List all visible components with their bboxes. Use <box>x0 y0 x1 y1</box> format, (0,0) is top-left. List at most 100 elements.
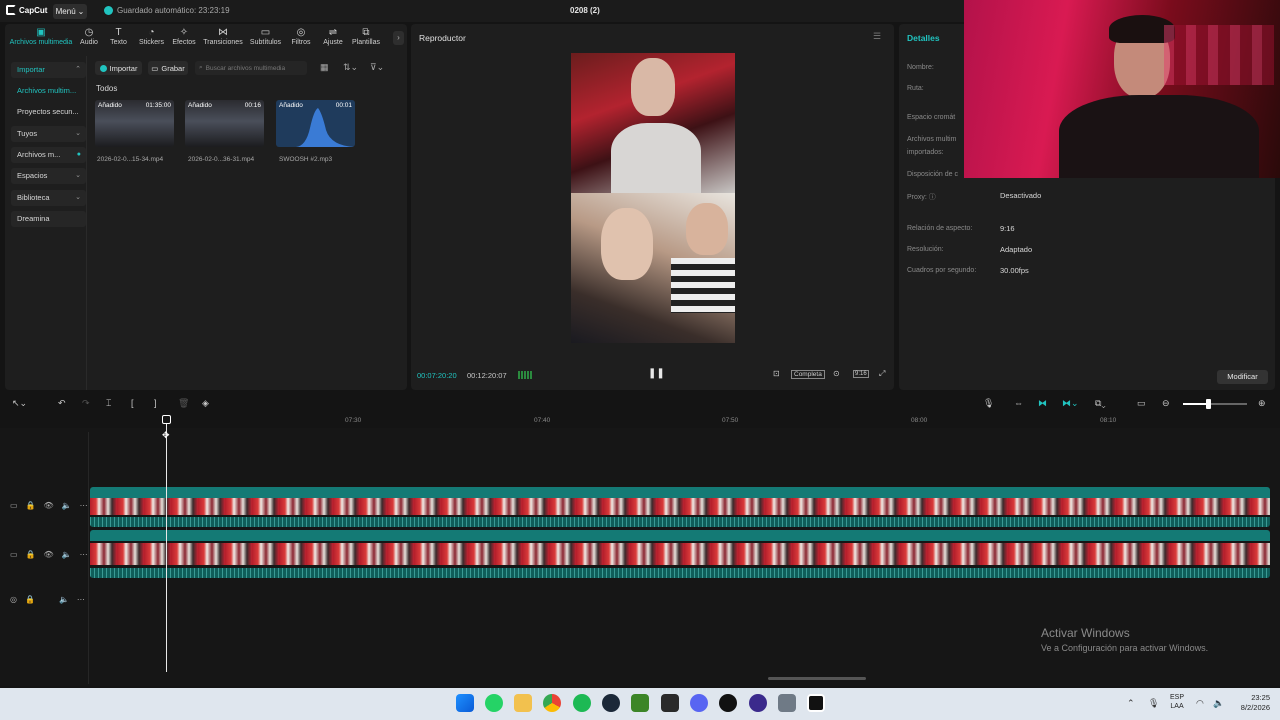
quality-full-button[interactable]: Completa <box>791 370 825 379</box>
cover-icon[interactable]: ▭ <box>10 550 18 559</box>
record-button[interactable]: ▭ Grabar <box>148 61 188 75</box>
grid-view-icon[interactable]: ▦ <box>320 62 329 73</box>
filter-icon[interactable]: ⊽⌄ <box>370 62 384 73</box>
capcut-taskbar-icon[interactable] <box>807 694 825 712</box>
microphone-icon[interactable]: 🎙 <box>983 398 994 409</box>
select-tool-icon[interactable]: ↖⌄ <box>12 398 27 409</box>
lock-icon[interactable]: 🔒 <box>26 550 36 559</box>
sidebar-item-dreamina[interactable]: Dreamina <box>11 211 86 227</box>
spotify-icon[interactable] <box>573 694 591 712</box>
trim-left-icon[interactable]: [ <box>131 398 134 408</box>
split-icon[interactable]: ⌶ <box>106 398 111 409</box>
detail-key-path: Ruta: <box>907 85 924 92</box>
link-icon[interactable]: ⇔ <box>1014 398 1023 408</box>
modify-button[interactable]: Modificar <box>1217 370 1268 384</box>
tab-adjust[interactable]: ⇌ Ajuste <box>317 26 349 52</box>
more-icon[interactable]: ⋯ <box>77 595 85 604</box>
volume-icon[interactable]: 🔈 <box>62 501 72 510</box>
eye-icon[interactable]: 👁 <box>44 501 54 510</box>
screenshot-icon[interactable]: ⊙ <box>833 369 840 378</box>
zoom-in-icon[interactable]: ⊕ <box>1258 398 1266 409</box>
whatsapp-icon[interactable] <box>485 694 503 712</box>
camera-icon: ▭ <box>151 63 159 73</box>
all-filter-label[interactable]: Todos <box>96 84 117 93</box>
discord-icon[interactable] <box>690 694 708 712</box>
cover-icon[interactable]: ▭ <box>10 501 18 510</box>
tab-stickers[interactable]: ◔ Stickers <box>135 26 168 52</box>
trim-right-icon[interactable]: ] <box>154 398 157 408</box>
media-item[interactable]: Añadido 01:35:00 <box>95 100 174 147</box>
preview-axis-icon[interactable]: ⧉⌄ <box>1095 398 1106 409</box>
timeline-scrollbar[interactable] <box>768 677 866 680</box>
epic-games-icon[interactable] <box>661 694 679 712</box>
microphone-icon[interactable]: 🎙 <box>1148 698 1159 709</box>
zoom-slider-handle[interactable] <box>1206 399 1211 409</box>
speaker-icon[interactable]: 🔈 <box>1213 698 1224 709</box>
move-cursor-icon: ✥ <box>162 430 170 440</box>
sidebar-item-spaces[interactable]: Espacios ⌄ <box>11 168 86 184</box>
input-language[interactable]: ESP LAA <box>1170 693 1184 711</box>
steam-icon[interactable] <box>602 694 620 712</box>
pause-button[interactable]: ❚❚ <box>648 368 665 379</box>
detail-key-layout: Disposición de c <box>907 171 958 178</box>
detail-key-colorspace: Espacio cromát <box>907 114 956 121</box>
aspect-ratio-button[interactable]: 9:16 <box>853 370 869 378</box>
video-clip[interactable] <box>90 530 1270 578</box>
tab-audio[interactable]: ◷ Audio <box>76 26 102 52</box>
github-icon[interactable] <box>719 694 737 712</box>
tab-effects[interactable]: ✧ Efectos <box>168 26 200 52</box>
tab-subtitles[interactable]: ▭ Subtítulos <box>246 26 285 52</box>
volume-icon[interactable]: 🔈 <box>62 550 72 559</box>
crop-icon[interactable]: ⊡ <box>773 369 780 378</box>
sidebar-item-library[interactable]: Biblioteca ⌄ <box>11 190 86 206</box>
magnet-icon[interactable]: ⧓ <box>1038 398 1047 409</box>
tab-text[interactable]: T Texto <box>102 26 135 52</box>
minecraft-icon[interactable] <box>631 694 649 712</box>
tab-filters[interactable]: ◎ Filtros <box>285 26 317 52</box>
video-clip[interactable] <box>90 487 1270 527</box>
tab-media[interactable]: ▣ Archivos multimedia <box>6 26 76 52</box>
lock-icon[interactable]: 🔒 <box>25 595 35 604</box>
sort-icon[interactable]: ⇅⌄ <box>343 62 358 73</box>
media-icon: ▣ <box>36 27 46 38</box>
more-icon[interactable]: ⋯ <box>80 550 88 559</box>
info-icon: ⓘ <box>928 194 936 201</box>
clock[interactable]: 23:25 8/2/2026 <box>1234 693 1270 713</box>
playhead[interactable] <box>166 416 167 672</box>
file-explorer-icon[interactable] <box>514 694 532 712</box>
obs-icon[interactable] <box>749 694 767 712</box>
tab-templates[interactable]: ⧉ Plantillas <box>349 26 383 52</box>
import-button[interactable]: Importar <box>95 61 142 75</box>
shield-icon[interactable]: ◈ <box>202 398 209 409</box>
sidebar-item-yours[interactable]: Tuyos ⌄ <box>11 126 86 142</box>
search-input[interactable]: ⌕ Buscar archivos multimedia <box>195 61 307 75</box>
media-item[interactable]: Añadido 00:01 <box>276 100 355 147</box>
sidebar-item-secondary-projects[interactable]: Proyectos secun... <box>11 104 86 120</box>
calculator-icon[interactable] <box>778 694 796 712</box>
playhead-handle[interactable] <box>162 415 171 424</box>
chevron-up-icon[interactable]: ⌃ <box>1127 698 1135 709</box>
undo-icon[interactable]: ↶ <box>58 398 66 409</box>
snap-icon[interactable]: ⧓⌄ <box>1062 398 1079 409</box>
chrome-icon[interactable] <box>543 694 561 712</box>
sidebar-item-media-2[interactable]: Archivos m... ● <box>11 147 86 163</box>
windows-start-icon[interactable] <box>456 694 474 712</box>
video-preview[interactable] <box>571 53 735 343</box>
delete-icon[interactable]: 🗑 <box>178 398 189 409</box>
redo-icon[interactable]: ↷ <box>82 398 90 409</box>
volume-icon[interactable]: 🔈 <box>59 595 69 604</box>
menu-button[interactable]: Menú ⌄ <box>53 4 87 19</box>
fullscreen-icon[interactable]: ⤢ <box>879 369 885 379</box>
eye-icon[interactable]: 👁 <box>44 550 54 559</box>
media-item[interactable]: Añadido 00:16 <box>185 100 264 147</box>
tab-transitions[interactable]: ⋈ Transiciones <box>200 26 246 52</box>
more-icon[interactable]: ⋯ <box>80 501 88 510</box>
lock-icon[interactable]: 🔒 <box>26 501 36 510</box>
wifi-icon[interactable]: ◠ <box>1196 698 1204 709</box>
chevron-right-icon[interactable]: › <box>393 31 404 45</box>
caption-icon[interactable]: ▭ <box>1137 398 1146 409</box>
hamburger-menu-icon[interactable]: ☰ <box>873 31 881 42</box>
sidebar-item-import[interactable]: Importar ⌃ <box>11 62 86 78</box>
zoom-out-icon[interactable]: ⊖ <box>1162 398 1170 409</box>
sidebar-item-media[interactable]: Archivos multim... <box>11 83 86 99</box>
